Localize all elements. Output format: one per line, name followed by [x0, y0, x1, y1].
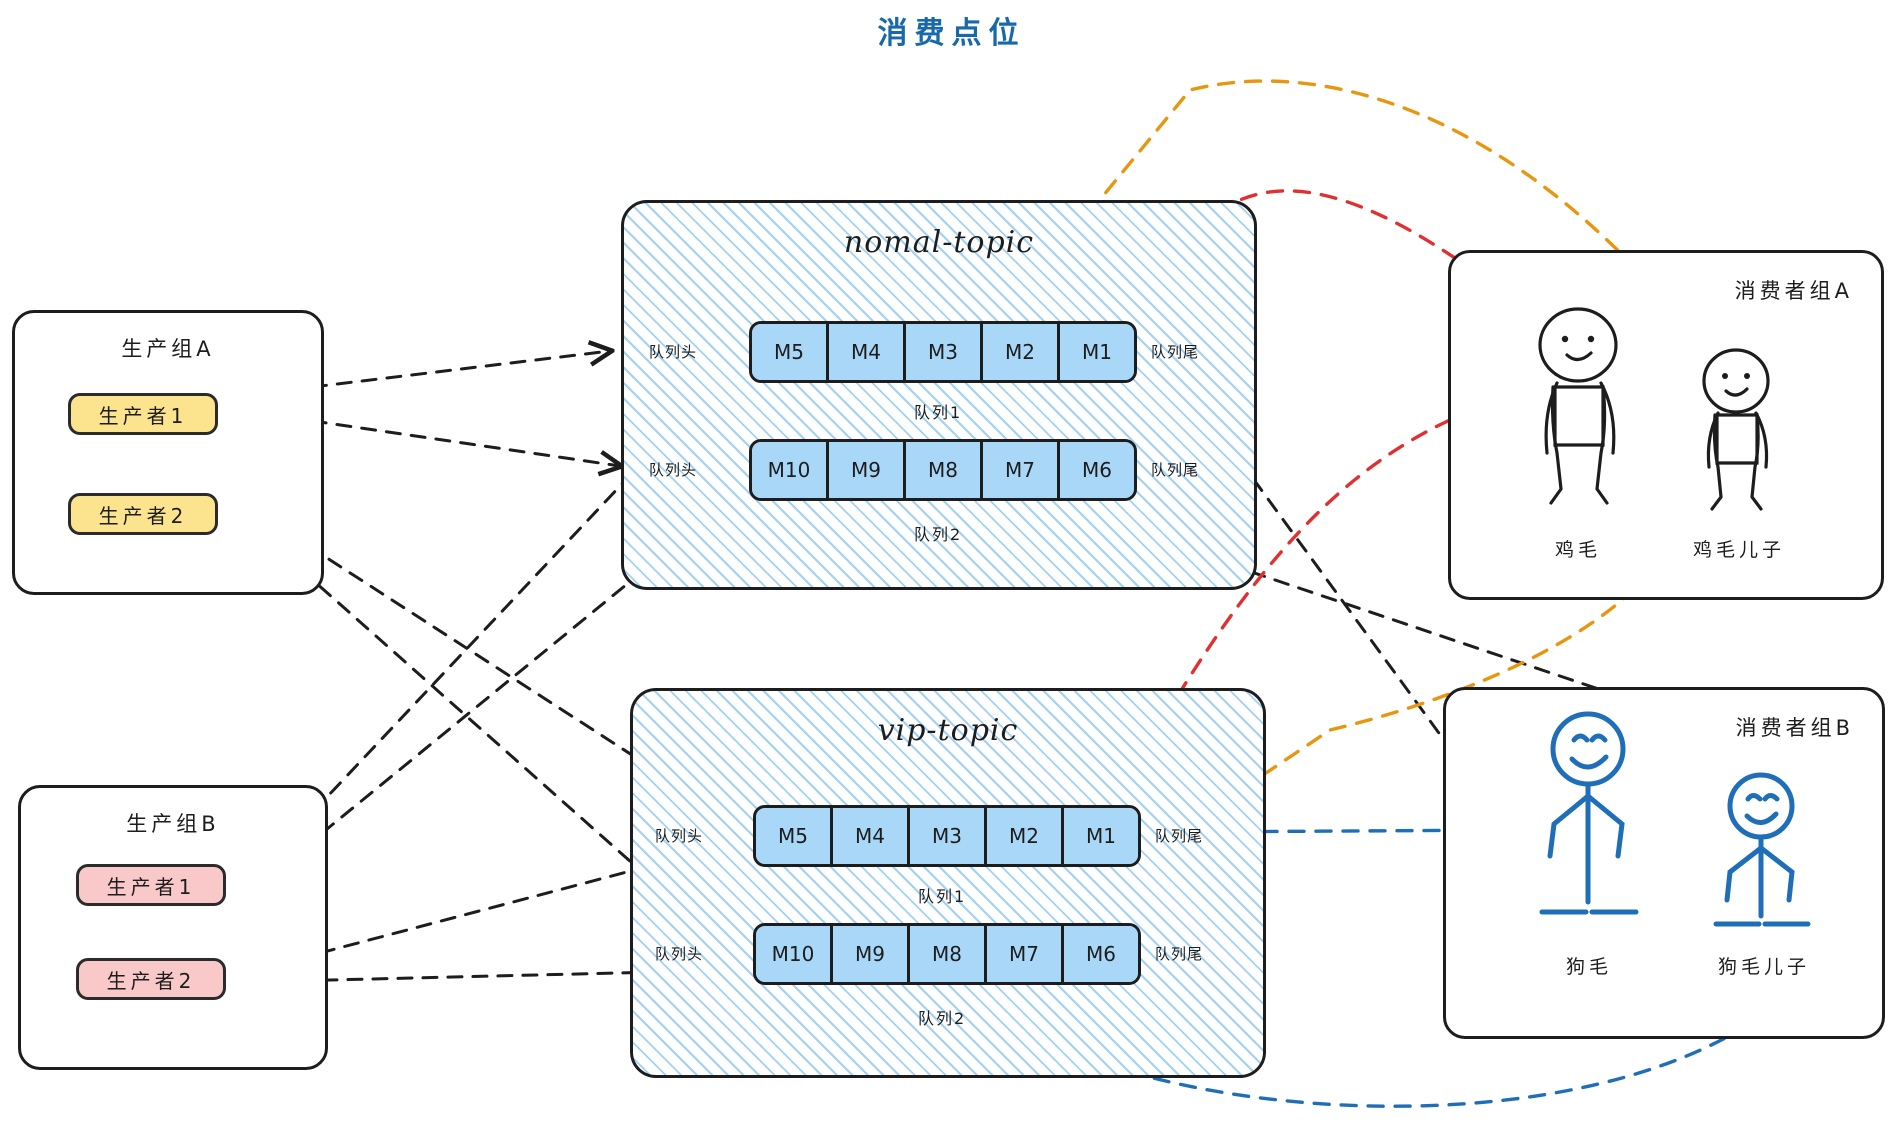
producer-b-2-label: 生产者2	[106, 968, 196, 993]
vip-q1-name: 队列1	[918, 887, 967, 906]
producer-a-2[interactable]: 生产者2	[68, 493, 218, 535]
vip-topic-title: vip-topic	[877, 713, 1019, 748]
consumer-group-b-label: 消费者组B	[1735, 716, 1854, 740]
vip-q2-tail-label: 队列尾	[1155, 945, 1204, 963]
message-cell[interactable]: M9	[833, 926, 910, 982]
consumer-a-1-label: 鸡毛	[1554, 539, 1601, 561]
message-cell[interactable]: M3	[910, 808, 987, 864]
consumer-group-a-label: 消费者组A	[1734, 279, 1853, 303]
message-cell[interactable]: M8	[910, 926, 987, 982]
message-cell[interactable]: M8	[906, 442, 983, 498]
producer-group-b-label: 生产组B	[126, 812, 220, 836]
message-cell[interactable]: M2	[987, 808, 1064, 864]
message-cell[interactable]: M4	[833, 808, 910, 864]
message-cell[interactable]: M4	[829, 324, 906, 380]
message-cell[interactable]: M6	[1064, 926, 1138, 982]
message-cell[interactable]: M1	[1060, 324, 1134, 380]
consumer-a-2-label: 鸡毛儿子	[1692, 539, 1785, 561]
vip-q1-tail-label: 队列尾	[1155, 827, 1204, 845]
message-cell[interactable]: M5	[752, 324, 829, 380]
vip-topic-queue-2[interactable]: M10 M9 M8 M7 M6	[753, 923, 1141, 985]
producer-a-1-label: 生产者1	[98, 403, 188, 428]
vip-q1-head-label: 队列头	[655, 827, 704, 845]
producer-group-a[interactable]: 生产组A 生产者1 生产者2	[12, 310, 324, 595]
message-cell[interactable]: M1	[1064, 808, 1138, 864]
message-cell[interactable]: M9	[829, 442, 906, 498]
producer-a-2-label: 生产者2	[98, 503, 188, 528]
message-cell[interactable]: M2	[983, 324, 1060, 380]
message-cell[interactable]: M10	[756, 926, 833, 982]
message-cell[interactable]: M7	[983, 442, 1060, 498]
vip-topic[interactable]: vip-topic M5 M4 M3 M2 M1 队列头 队列尾 队列1 M10…	[630, 688, 1266, 1078]
nomal-q1-tail-label: 队列尾	[1151, 343, 1200, 361]
diagram-canvas: 消费点位 生产组A 生产者1 生产者2 生产组B 生产者1 生产者2 nomal…	[0, 0, 1903, 1135]
consumer-a-2-figure	[1702, 348, 1770, 511]
consumer-a-1-figure	[1538, 307, 1618, 505]
consumer-b-2-label: 狗毛儿子	[1717, 956, 1810, 978]
consumer-b-1-figure	[1539, 711, 1639, 915]
consumer-group-a[interactable]: 消费者组A 鸡毛 鸡毛儿子	[1448, 250, 1884, 600]
producer-b-1[interactable]: 生产者1	[76, 864, 226, 906]
nomal-topic-title: nomal-topic	[843, 225, 1035, 260]
producer-group-b[interactable]: 生产组B 生产者1 生产者2	[18, 785, 328, 1070]
nomal-topic-queue-1[interactable]: M5 M4 M3 M2 M1	[749, 321, 1137, 383]
vip-q2-head-label: 队列头	[655, 945, 704, 963]
nomal-q2-head-label: 队列头	[649, 461, 698, 479]
message-cell[interactable]: M3	[906, 324, 983, 380]
producer-b-2[interactable]: 生产者2	[76, 958, 226, 1000]
producer-b-1-label: 生产者1	[106, 874, 196, 899]
producer-a-1[interactable]: 生产者1	[68, 393, 218, 435]
page-title: 消费点位	[877, 16, 1026, 51]
nomal-q2-tail-label: 队列尾	[1151, 461, 1200, 479]
nomal-q2-name: 队列2	[914, 525, 963, 544]
producer-group-a-label: 生产组A	[121, 337, 215, 361]
message-cell[interactable]: M5	[756, 808, 833, 864]
consumer-b-2-figure	[1713, 772, 1811, 927]
message-cell[interactable]: M7	[987, 926, 1064, 982]
nomal-q1-name: 队列1	[914, 403, 963, 422]
vip-q2-name: 队列2	[918, 1009, 967, 1028]
vip-topic-queue-1[interactable]: M5 M4 M3 M2 M1	[753, 805, 1141, 867]
nomal-q1-head-label: 队列头	[649, 343, 698, 361]
consumer-group-b[interactable]: 消费者组B 狗毛 狗毛儿子	[1443, 687, 1885, 1039]
nomal-topic-queue-2[interactable]: M10 M9 M8 M7 M6	[749, 439, 1137, 501]
consumer-b-1-label: 狗毛	[1565, 956, 1612, 978]
message-cell[interactable]: M10	[752, 442, 829, 498]
message-cell[interactable]: M6	[1060, 442, 1134, 498]
nomal-topic[interactable]: nomal-topic M5 M4 M3 M2 M1 队列头 队列尾 队列1 M…	[621, 200, 1257, 590]
